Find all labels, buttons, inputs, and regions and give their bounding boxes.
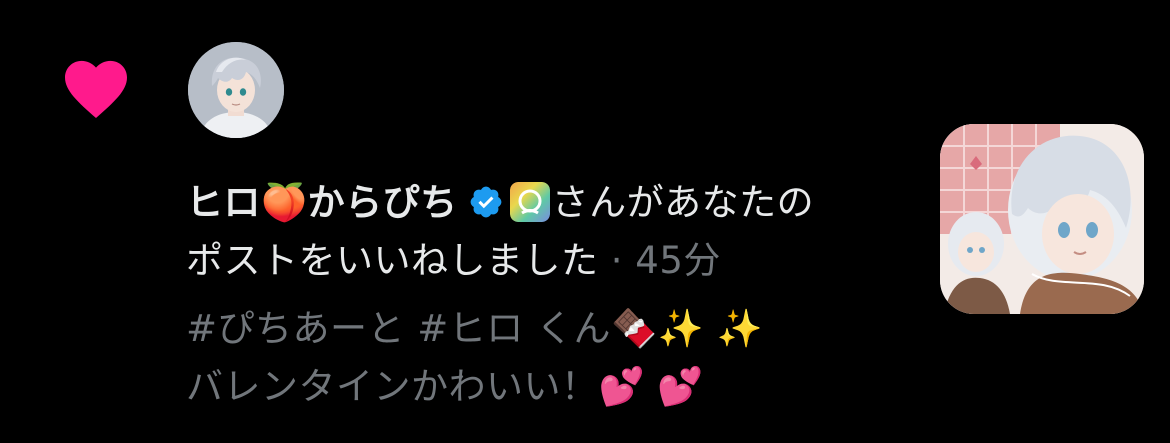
hearts-emoji: 💕 💕 [598, 365, 704, 408]
display-name[interactable]: ヒロ🍑からぴち [186, 181, 458, 224]
sparkles-emoji: ✨ ✨ [657, 307, 764, 350]
heart-icon [65, 60, 127, 119]
timestamp[interactable]: 45分 [635, 239, 721, 282]
post-text-line2: バレンタインかわいい！ [186, 365, 599, 408]
post-hashtags: #ぴちあーと #ヒロ くん [186, 307, 612, 350]
separator: · [598, 239, 636, 282]
post-image-thumbnail[interactable] [940, 124, 1144, 314]
chocolate-emoji: 🍫 [611, 307, 658, 350]
verified-badge-icon [470, 186, 501, 218]
action-text-line1: さんがあなたの [551, 181, 815, 224]
colorful-app-icon [509, 182, 550, 222]
illustration-thumbnail-icon [940, 124, 1144, 314]
notification-text: ヒロ🍑からぴち さんがあなたの ポストをいいねしました · 45分 [186, 174, 926, 290]
avatar-portrait-icon [188, 42, 284, 138]
like-notification[interactable]: ヒロ🍑からぴち さんがあなたの ポストをいいねしました · 45分 #ぴちあーと… [0, 0, 1170, 443]
post-preview-text[interactable]: #ぴちあーと #ヒロ くん🍫 ✨ ✨ バレンタインかわいい！💕 💕 [186, 300, 886, 416]
action-text-line2: ポストをいいねしました [186, 239, 599, 282]
avatar[interactable] [188, 42, 284, 138]
